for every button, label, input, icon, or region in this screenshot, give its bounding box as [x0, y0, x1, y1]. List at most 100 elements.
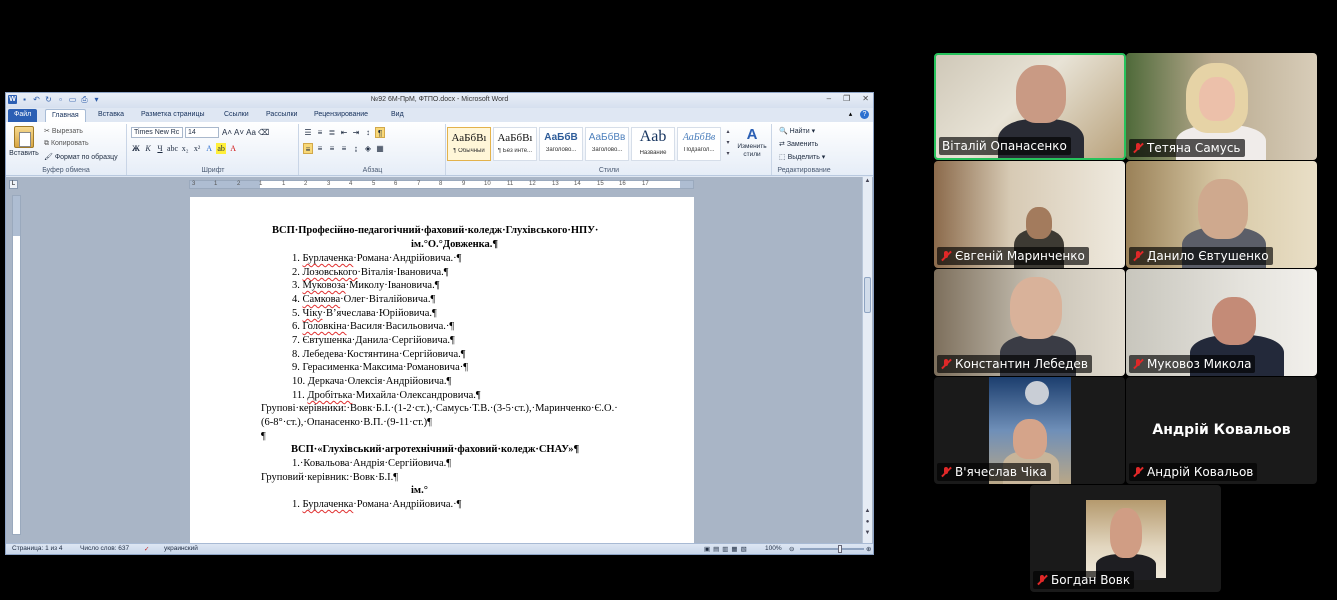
style-no-spacing[interactable]: АаБбВı ¶ Без инте...: [493, 127, 537, 161]
format-painter-button[interactable]: 🖌 Формат по образцу: [44, 153, 118, 161]
zoom-out-icon[interactable]: ⊖: [789, 545, 794, 553]
minimize-icon[interactable]: –: [827, 94, 831, 103]
muted-mic-icon: [1132, 142, 1144, 154]
line-spacing-icon[interactable]: ↨: [351, 143, 361, 154]
participant-tile[interactable]: Константин Лебедев: [934, 269, 1125, 376]
style-subtitle[interactable]: АаБбВв Подзагол...: [677, 127, 721, 161]
change-case-icon[interactable]: Aa: [246, 127, 256, 138]
select-button[interactable]: ⬚ Выделить ▾: [779, 153, 825, 161]
participant-name-tag: Євгеній Маринченко: [937, 247, 1089, 265]
find-button[interactable]: 🔍 Найти ▾: [779, 127, 815, 135]
scroll-thumb[interactable]: [864, 277, 871, 313]
participant-tile[interactable]: В'ячеслав Чіка: [934, 377, 1125, 484]
clear-formatting-icon[interactable]: ⌫: [258, 127, 269, 138]
tab-view[interactable]: Вид: [385, 109, 410, 122]
list-item: 6. Головкіна·Василя·Васильовича.·¶: [292, 321, 455, 332]
browse-object-icon[interactable]: ●: [863, 518, 872, 527]
justify-icon[interactable]: ≡: [339, 143, 349, 154]
participant-tile[interactable]: Данило Євтушенко: [1126, 161, 1317, 268]
horizontal-ruler[interactable]: 3 1 2 1 1 2 3 4 5 6 7 8 9 10 11 12 13 14…: [189, 180, 694, 189]
word-count[interactable]: Число слов: 637: [80, 545, 129, 552]
style-heading-2[interactable]: АаБбВв Заголово...: [585, 127, 629, 161]
prev-page-icon[interactable]: ▲: [863, 507, 872, 516]
zoom-in-icon[interactable]: ⊕: [866, 545, 871, 553]
view-buttons[interactable]: ▣▤▥▦▧: [704, 545, 750, 553]
increase-indent-icon[interactable]: ⇥: [351, 127, 361, 138]
collapse-ribbon-icon[interactable]: ▴: [846, 110, 855, 119]
tab-mailings[interactable]: Рассылки: [260, 109, 303, 122]
tab-file[interactable]: Файл: [8, 109, 38, 122]
sort-icon[interactable]: ↕: [363, 127, 373, 138]
paste-icon: [14, 126, 34, 148]
tab-insert[interactable]: Вставка: [92, 109, 130, 122]
change-styles-button[interactable]: A Изменить стили: [734, 126, 770, 159]
bullets-icon[interactable]: ☰: [303, 127, 313, 138]
ribbon: Вставить ✂ Вырезать ⧉ Копировать 🖌 Форма…: [6, 122, 873, 176]
page-count[interactable]: Страница: 1 из 4: [12, 545, 63, 552]
align-center-icon[interactable]: ≡: [315, 143, 325, 154]
style-heading-1[interactable]: АаБбВ Заголово...: [539, 127, 583, 161]
font-size-select[interactable]: 14: [185, 127, 219, 138]
style-title[interactable]: Aab Название: [631, 127, 675, 161]
clipboard-group: Вставить ✂ Вырезать ⧉ Копировать 🖌 Форма…: [6, 124, 127, 175]
vertical-ruler[interactable]: [12, 195, 21, 535]
align-left-icon[interactable]: ≡: [303, 143, 313, 154]
close-icon[interactable]: ✕: [862, 94, 869, 103]
language[interactable]: украинский: [164, 545, 198, 552]
font-color-icon[interactable]: A: [228, 143, 238, 154]
replace-button[interactable]: ⇄ Заменить: [779, 140, 818, 148]
show-marks-icon[interactable]: ¶: [375, 127, 385, 138]
tab-home[interactable]: Главная: [45, 109, 86, 122]
zoom-level[interactable]: 100%: [765, 545, 782, 552]
document-page[interactable]: ВСП·Професійно-педагогічний·фаховий·коле…: [190, 197, 694, 547]
copy-button[interactable]: ⧉ Копировать: [44, 140, 89, 148]
align-buttons: ≡ ≡ ≡ ≡ ↨ ◈ ▦: [303, 143, 385, 154]
decrease-indent-icon[interactable]: ⇤: [339, 127, 349, 138]
proofing-icon[interactable]: ✓: [144, 545, 149, 553]
participant-tile[interactable]: Муковоз Микола: [1126, 269, 1317, 376]
superscript-icon[interactable]: x²: [192, 143, 202, 154]
vertical-scrollbar[interactable]: ▲ ▲ ● ▼: [862, 177, 872, 545]
shrink-font-icon[interactable]: A˅: [234, 127, 244, 138]
multilevel-list-icon[interactable]: ≣: [327, 127, 337, 138]
maximize-icon[interactable]: ❐: [843, 94, 850, 103]
strikethrough-icon[interactable]: abc: [167, 143, 178, 154]
participant-tile[interactable]: Богдан Вовк: [1030, 485, 1221, 592]
bold-icon[interactable]: Ж: [131, 143, 141, 154]
next-page-icon[interactable]: ▼: [863, 529, 872, 538]
change-styles-icon: A: [746, 126, 758, 143]
participant-tile[interactable]: Андрій Ковальов Андрій Ковальов: [1126, 377, 1317, 484]
italic-icon[interactable]: К: [143, 143, 153, 154]
underline-icon[interactable]: Ч: [155, 143, 165, 154]
styles-scroll[interactable]: ▴ ▾ ▾: [724, 127, 732, 161]
subscript-icon[interactable]: x₂: [180, 143, 190, 154]
participant-tile[interactable]: Тетяна Самусь: [1126, 53, 1317, 160]
paste-button[interactable]: Вставить: [9, 126, 39, 157]
shading-icon[interactable]: ◈: [363, 143, 373, 154]
cut-button[interactable]: ✂ Вырезать: [44, 127, 83, 135]
editing-group-label: Редактирование: [777, 167, 831, 174]
participant-name-tag: В'ячеслав Чіка: [937, 463, 1051, 481]
tab-review[interactable]: Рецензирование: [308, 109, 374, 122]
tab-references[interactable]: Ссылки: [218, 109, 255, 122]
participant-tile[interactable]: Євгеній Маринченко: [934, 161, 1125, 268]
participant-name-tag: Данило Євтушенко: [1129, 247, 1273, 265]
numbering-icon[interactable]: ≡: [315, 127, 325, 138]
highlight-icon[interactable]: ab: [216, 143, 227, 154]
participant-tile[interactable]: Віталій Опанасенко: [934, 53, 1126, 160]
heading-college-1a: ВСП·Професійно-педагогічний·фаховий·коле…: [272, 225, 599, 236]
tab-page-layout[interactable]: Разметка страницы: [135, 109, 211, 122]
borders-icon[interactable]: ▦: [375, 143, 385, 154]
scroll-up-icon[interactable]: ▲: [863, 177, 872, 186]
list-item: 10. Деркача·Олексія·Андрійовича.¶: [292, 376, 452, 387]
help-icon[interactable]: ?: [860, 110, 869, 119]
style-normal[interactable]: АаБбВı ¶ Обычный: [447, 127, 491, 161]
font-name-select[interactable]: Times New Rc: [131, 127, 183, 138]
word-window: W ▪ ↶ ↻ ▫ ▭ ⎙ ▾ №92 6М-ПрМ, ФТПО.docx - …: [5, 92, 874, 555]
text-effects-icon[interactable]: A: [204, 143, 214, 154]
align-right-icon[interactable]: ≡: [327, 143, 337, 154]
tab-selector-icon[interactable]: L: [9, 180, 18, 189]
list-item: 7. Євтушенка·Данила·Сергійовича.¶: [292, 335, 455, 346]
grow-font-icon[interactable]: A˄: [222, 127, 232, 138]
zoom-slider[interactable]: [800, 545, 864, 553]
